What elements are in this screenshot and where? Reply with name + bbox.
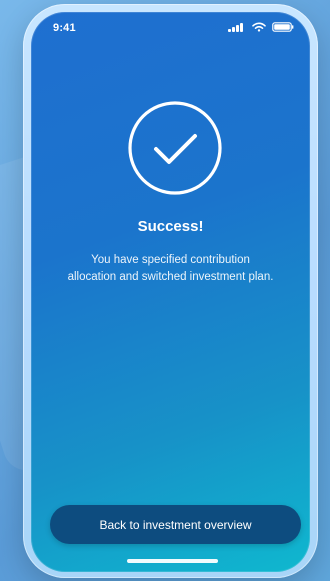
status-icons bbox=[228, 22, 294, 32]
back-to-investment-overview-button[interactable]: Back to investment overview bbox=[50, 505, 301, 544]
status-bar: 9:41 bbox=[31, 12, 310, 38]
status-time: 9:41 bbox=[53, 22, 76, 34]
signal-icon bbox=[228, 22, 246, 32]
home-indicator bbox=[127, 559, 218, 563]
success-message: You have specified contribution allocati… bbox=[67, 254, 274, 283]
phone-screen: 9:41 Success! You have specified contrib… bbox=[31, 12, 310, 572]
battery-icon bbox=[272, 22, 294, 32]
check-circle-icon bbox=[127, 100, 223, 196]
wifi-icon bbox=[252, 22, 266, 32]
success-title: Success! bbox=[137, 218, 204, 235]
